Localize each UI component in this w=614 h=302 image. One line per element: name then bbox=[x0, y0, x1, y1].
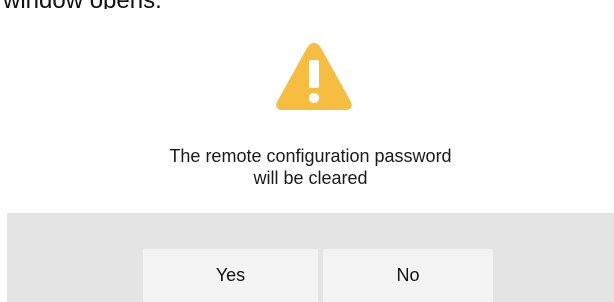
dialog-body: The remote configuration password will b… bbox=[7, 9, 614, 213]
confirmation-dialog: The remote configuration password will b… bbox=[7, 9, 614, 302]
yes-button[interactable]: Yes bbox=[143, 249, 318, 302]
dialog-message-line-2: will be cleared bbox=[253, 168, 368, 188]
warning-triangle-icon bbox=[276, 43, 352, 110]
no-button[interactable]: No bbox=[323, 249, 493, 302]
dialog-message-line-1: The remote configuration password bbox=[169, 146, 452, 166]
dialog-message: The remote configuration password will b… bbox=[7, 145, 614, 189]
dialog-footer: Yes No bbox=[7, 213, 614, 302]
